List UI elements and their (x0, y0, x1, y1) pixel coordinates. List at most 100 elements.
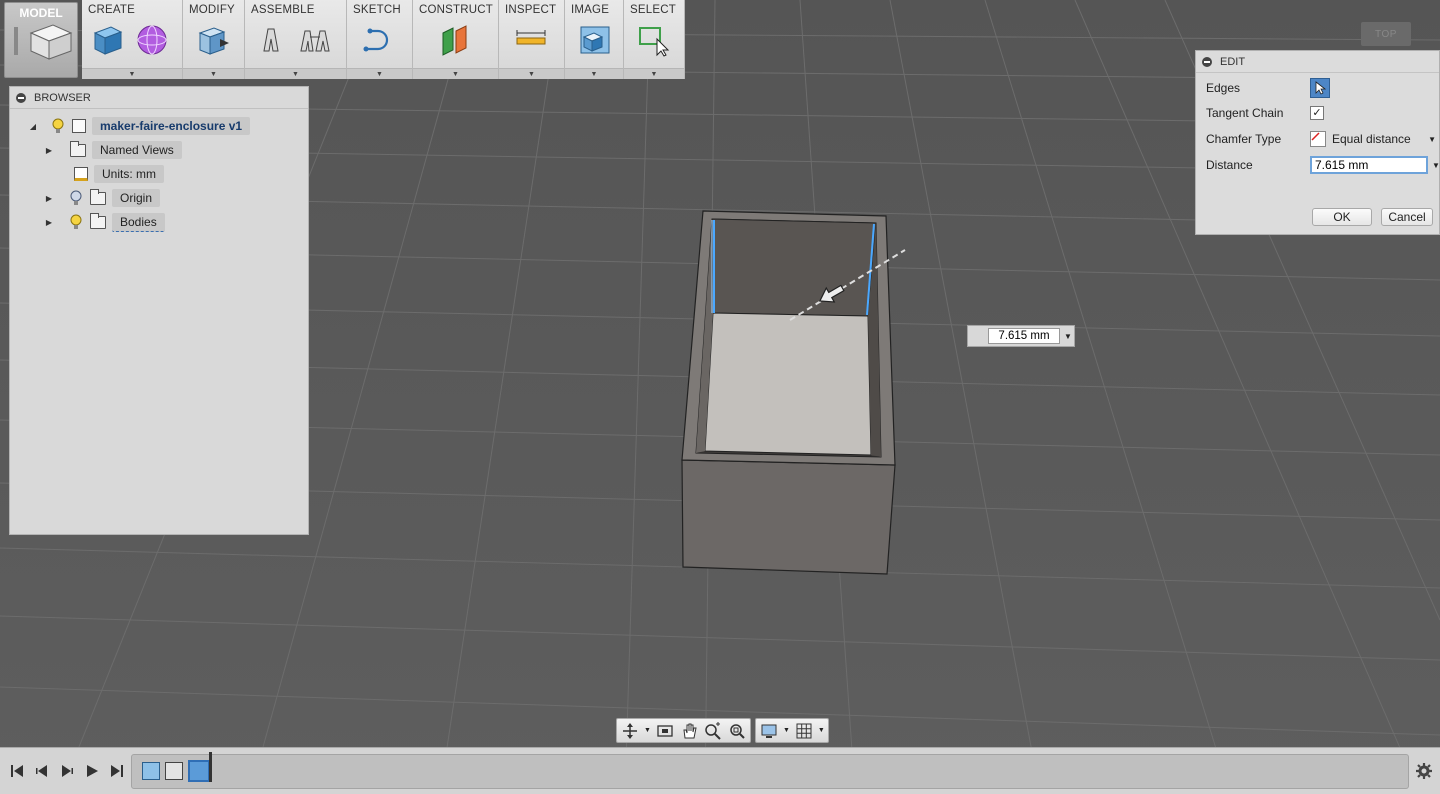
timeline-feature-box-icon[interactable] (142, 762, 160, 780)
chamfer-type-value: Equal distance (1332, 132, 1411, 146)
modify-dropdown-arrow[interactable]: ▼ (183, 68, 244, 79)
play-icon[interactable] (82, 761, 102, 781)
edges-select-button[interactable] (1310, 78, 1330, 98)
joint-icon[interactable] (253, 22, 289, 58)
assemble-dropdown-arrow[interactable]: ▼ (245, 68, 346, 79)
toolbar-group-select[interactable]: SELECT ▼ (624, 0, 685, 79)
line-arc-icon[interactable] (361, 22, 397, 58)
group-label: MODIFY (189, 4, 235, 16)
orbit-icon[interactable] (620, 721, 640, 741)
browser-panel: BROWSER ◢ maker-faire-enclosure v1 ▶ Nam… (9, 86, 309, 535)
look-at-icon[interactable] (655, 721, 675, 741)
enclosure-body (681, 210, 906, 575)
toolbar-group-inspect[interactable]: INSPECT ▼ (499, 0, 565, 79)
chevron-down-icon[interactable]: ▼ (783, 727, 790, 734)
viewcube[interactable]: TOP (1361, 22, 1411, 46)
collapse-icon[interactable] (1202, 56, 1212, 67)
tree-item-label: Named Views (92, 141, 182, 159)
cancel-button[interactable]: Cancel (1381, 208, 1433, 226)
distance-label: Distance (1206, 158, 1253, 172)
chamfer-type-select[interactable]: Equal distance ▼ (1310, 129, 1436, 149)
chevron-down-icon[interactable]: ▼ (644, 727, 651, 734)
step-back-icon[interactable] (32, 761, 52, 781)
tangent-chain-label: Tangent Chain (1206, 106, 1284, 120)
ok-button[interactable]: OK (1312, 208, 1372, 226)
units-icon (74, 167, 88, 181)
box-icon[interactable] (90, 22, 126, 58)
expand-triangle-icon[interactable]: ▶ (44, 145, 54, 155)
toolbar-group-construct[interactable]: CONSTRUCT ▼ (413, 0, 499, 79)
toolbar-group-assemble[interactable]: ASSEMBLE ▼ (245, 0, 347, 79)
cursor-arrow-icon (1315, 81, 1326, 95)
viewcube-face-label: TOP (1375, 28, 1397, 40)
select-dropdown-arrow[interactable]: ▼ (624, 68, 684, 79)
construct-dropdown-arrow[interactable]: ▼ (413, 68, 498, 79)
timeline-feature-chamfer-icon[interactable] (188, 760, 210, 782)
chevron-down-icon[interactable]: ▼ (1432, 161, 1440, 170)
edit-title: EDIT (1220, 55, 1246, 68)
group-label: INSPECT (505, 4, 557, 16)
distance-manipulator-callout[interactable]: ▼ (967, 325, 1075, 347)
lightbulb-icon[interactable] (70, 214, 82, 230)
chevron-down-icon[interactable]: ▼ (1064, 332, 1072, 341)
distance-input[interactable] (1310, 156, 1428, 174)
gear-icon[interactable] (1414, 761, 1434, 781)
sphere-icon[interactable] (134, 22, 170, 58)
tree-item-units[interactable]: Units: mm (74, 163, 164, 185)
render-icon[interactable] (577, 22, 613, 58)
workspace-label: MODEL (19, 6, 63, 20)
timeline-feature-shell-icon[interactable] (165, 762, 183, 780)
component-icon (72, 119, 86, 133)
lightbulb-off-icon[interactable] (70, 190, 82, 206)
select-icon[interactable] (636, 22, 672, 58)
edges-label: Edges (1206, 81, 1241, 95)
timeline-track[interactable] (131, 752, 1409, 789)
image-dropdown-arrow[interactable]: ▼ (565, 68, 623, 79)
chevron-down-icon[interactable]: ▼ (818, 727, 825, 734)
grid-icon[interactable] (794, 721, 814, 741)
toolbar-group-image[interactable]: IMAGE ▼ (565, 0, 624, 79)
folder-icon (90, 212, 106, 229)
press-pull-icon[interactable] (195, 22, 231, 58)
tree-item-named-views[interactable]: ▶ Named Views (44, 139, 182, 161)
as-built-joint-icon[interactable] (297, 22, 333, 58)
toolbar-group-sketch[interactable]: SKETCH ▼ (347, 0, 413, 79)
group-label: SKETCH (353, 4, 401, 16)
display-settings-icon[interactable] (759, 721, 779, 741)
tree-root[interactable]: ◢ maker-faire-enclosure v1 (28, 115, 251, 137)
create-dropdown-arrow[interactable]: ▼ (82, 68, 182, 79)
folder-icon (90, 188, 106, 205)
zoom-icon[interactable] (703, 721, 723, 741)
toolbar-group-modify[interactable]: MODIFY ▼ (183, 0, 245, 79)
equal-distance-icon (1310, 131, 1326, 147)
step-forward-icon[interactable] (57, 761, 77, 781)
timeline-marker[interactable] (209, 752, 212, 782)
go-to-start-icon[interactable] (7, 761, 27, 781)
group-label: SELECT (630, 4, 676, 16)
toolbar-group-create[interactable]: CREATE ▼ (82, 0, 183, 79)
measure-icon[interactable] (513, 22, 549, 58)
plane-icon[interactable] (437, 22, 473, 58)
tree-item-origin[interactable]: ▶ Origin (44, 187, 161, 209)
lightbulb-icon[interactable] (52, 118, 64, 134)
workspace-switcher[interactable]: MODEL (4, 2, 78, 78)
tree-item-label: Origin (112, 189, 161, 207)
inspect-dropdown-arrow[interactable]: ▼ (499, 68, 564, 79)
expand-triangle-icon[interactable]: ▶ (44, 193, 54, 203)
expand-triangle-icon[interactable]: ▶ (44, 217, 54, 227)
collapse-triangle-icon[interactable]: ◢ (28, 121, 38, 131)
pan-hand-icon[interactable] (679, 721, 699, 741)
tangent-chain-checkbox[interactable]: ✓ (1310, 106, 1324, 120)
workspace-icon (14, 24, 73, 60)
group-label: CREATE (88, 4, 135, 16)
go-to-end-icon[interactable] (107, 761, 127, 781)
folder-icon (70, 140, 86, 157)
timeline-bar (0, 747, 1440, 794)
collapse-icon[interactable] (16, 92, 26, 103)
chamfer-edit-panel: EDIT Edges Tangent Chain ✓ Chamfer Type … (1195, 50, 1440, 235)
callout-distance-input[interactable] (988, 328, 1060, 344)
zoom-window-icon[interactable] (727, 721, 747, 741)
sketch-dropdown-arrow[interactable]: ▼ (347, 68, 412, 79)
tree-item-bodies[interactable]: ▶ Bodies (44, 211, 165, 233)
tree-item-label: Units: mm (94, 165, 164, 183)
